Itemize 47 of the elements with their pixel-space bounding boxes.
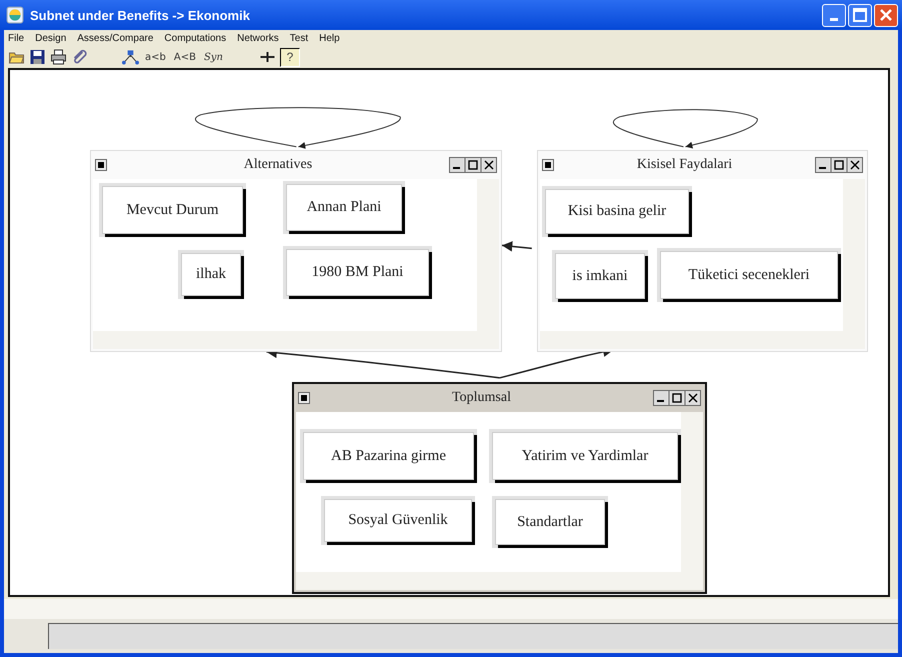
horizontal-scrollbar[interactable] <box>4 599 898 619</box>
horizontal-scrollbar[interactable] <box>296 572 703 590</box>
node-button[interactable]: Kisi basina gelir <box>545 189 689 234</box>
toolbar-button[interactable]: A<B <box>172 52 198 62</box>
node-button[interactable]: Tüketici secenekleri <box>660 251 838 299</box>
system-menu-icon[interactable] <box>298 392 310 404</box>
subnet-title: Alternatives <box>242 157 314 173</box>
node-button[interactable]: Sosyal Güvenlik <box>324 499 472 542</box>
system-menu-icon[interactable] <box>95 159 107 171</box>
network-icon[interactable] <box>122 49 139 65</box>
node-button[interactable]: 1980 BM Plani <box>286 249 429 296</box>
node-button[interactable]: Yatirim ve Yardimlar <box>492 432 678 480</box>
maximize-button[interactable] <box>848 4 872 26</box>
minimize-button[interactable] <box>822 4 846 26</box>
window-controls-icon[interactable] <box>815 157 863 173</box>
window-controls-icon[interactable] <box>449 157 497 173</box>
node-button[interactable]: AB Pazarina girme <box>303 432 474 480</box>
minimize-icon <box>830 18 838 20</box>
connector-arrow <box>502 241 532 252</box>
subnet-title: Toplumsal <box>451 390 512 406</box>
menu-item[interactable]: Help <box>319 33 340 44</box>
menu-item[interactable]: Networks <box>237 33 279 44</box>
system-menu-icon[interactable] <box>542 159 554 171</box>
menu-item[interactable]: File <box>8 33 24 44</box>
close-button[interactable] <box>874 4 898 26</box>
app-icon <box>6 6 24 24</box>
toolbar-button[interactable]: Syn <box>202 52 225 62</box>
toolbar-button[interactable]: a<b <box>143 52 168 62</box>
window-title: Subnet under Benefits -> Ekonomik <box>30 8 251 22</box>
node-button[interactable]: is imkani <box>555 253 645 299</box>
window-controls-icon[interactable] <box>653 390 701 406</box>
node-button[interactable]: ilhak <box>181 253 241 296</box>
node-button[interactable]: Annan Plani <box>286 184 402 231</box>
subnet-title: Kisisel Faydalari <box>636 157 734 173</box>
menu-item[interactable]: Test <box>290 33 308 44</box>
menu-item[interactable]: Assess/Compare <box>77 33 154 44</box>
save-icon[interactable] <box>29 49 46 65</box>
menu-item[interactable]: Computations <box>164 33 226 44</box>
cross-icon[interactable] <box>258 49 276 65</box>
node-button[interactable]: Standartlar <box>495 499 605 545</box>
menu-item[interactable]: Design <box>35 33 66 44</box>
help-button[interactable]: ? <box>280 48 300 66</box>
vertical-scrollbar[interactable] <box>681 412 703 572</box>
node-button[interactable]: Mevcut Durum <box>102 186 243 234</box>
printer-icon[interactable] <box>50 49 67 65</box>
maximize-icon <box>850 5 870 25</box>
paperclip-icon[interactable] <box>71 49 88 65</box>
